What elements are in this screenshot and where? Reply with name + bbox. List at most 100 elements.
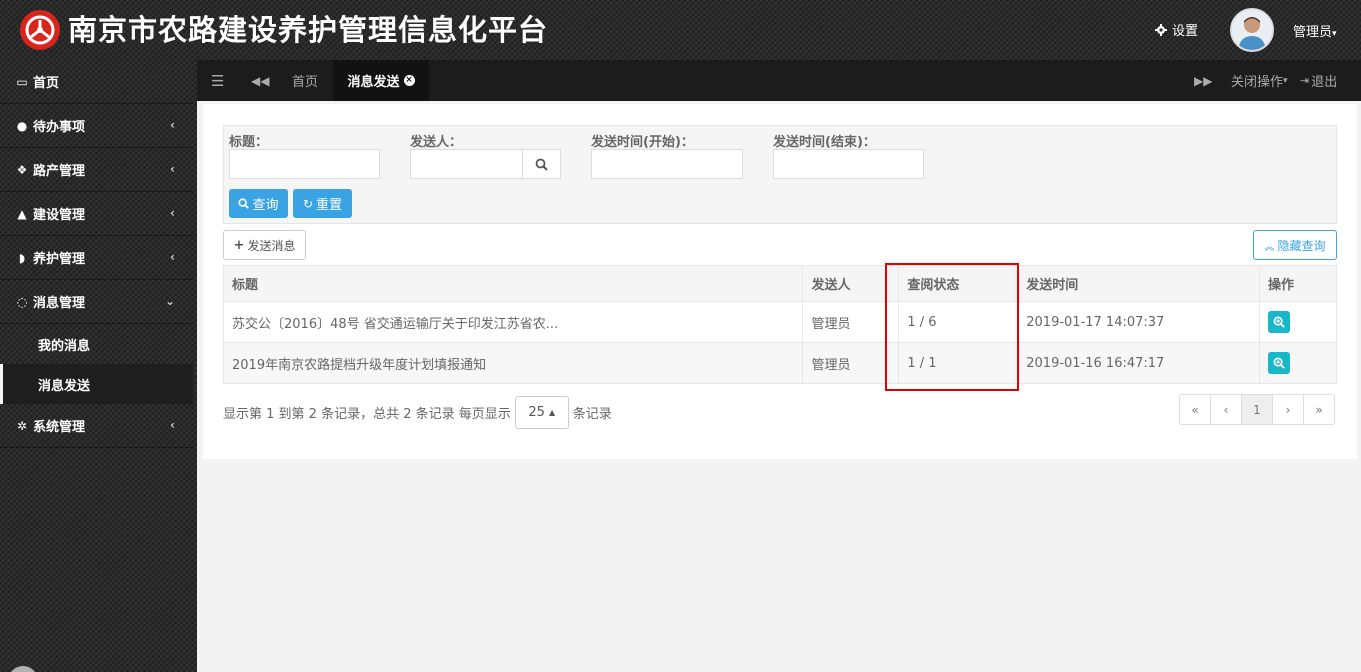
double-up-icon: ︽ — [1264, 241, 1275, 253]
cell-read-status: 1 / 6 — [898, 301, 1019, 343]
double-left-icon: ◀◀ — [251, 73, 270, 88]
sidebar-item-maintenance[interactable]: ◗ 养护管理 ‹ — [0, 236, 193, 280]
close-ops-label: 关闭操作 — [1231, 75, 1284, 90]
title-filter-input[interactable] — [229, 149, 380, 179]
tab-scroll-left-button[interactable]: ◀◀ — [251, 60, 269, 101]
view-detail-button[interactable] — [1268, 352, 1291, 374]
cell-title: 苏交公〔2016〕48号 省交通运输厅关于印发江苏省农... — [222, 301, 804, 343]
send-message-label: 发送消息 — [247, 238, 296, 253]
tab-label: 首页 — [292, 75, 319, 90]
column-header-actions: 操作 — [1259, 265, 1337, 302]
sender-filter-label: 发送人： — [410, 135, 463, 150]
column-header-sender[interactable]: 发送人 — [802, 265, 900, 302]
reset-button[interactable]: ↻ 重置 — [293, 189, 352, 218]
sender-filter-input[interactable] — [410, 149, 523, 179]
tab-home[interactable]: 首页 — [292, 60, 318, 101]
user-avatar-icon — [1232, 10, 1272, 50]
sidebar: ▭ 首页 ● 待办事项 ‹ ❖ 路产管理 ‹ ▲ 建设管理 ‹ ◗ 养护管理 ‹… — [0, 60, 193, 672]
sidebar-item-label: 路产管理 — [33, 164, 86, 179]
settings-link[interactable]: 设置 — [1155, 20, 1198, 39]
sidebar-item-label: 首页 — [33, 76, 60, 91]
cell-actions — [1259, 301, 1337, 343]
sidebar-item-system[interactable]: ✲ 系统管理 ‹ — [0, 404, 193, 448]
user-menu[interactable]: 管理员▾ — [1293, 21, 1337, 40]
table-row[interactable]: 苏交公〔2016〕48号 省交通运输厅关于印发江苏省农... 管理员 1 / 6… — [222, 301, 1337, 343]
cell-send-time: 2019-01-17 14:07:37 — [1017, 301, 1261, 343]
end-time-filter-label: 发送时间(结束)： — [773, 135, 876, 150]
start-time-filter-label: 发送时间(开始)： — [591, 135, 694, 150]
logo-icon — [20, 10, 60, 50]
cell-send-time: 2019-01-16 16:47:17 — [1017, 342, 1261, 384]
avatar[interactable] — [1230, 8, 1274, 52]
logout-button[interactable]: ⇥ 退出 — [1300, 60, 1337, 101]
tab-send-message[interactable]: 消息发送 × — [333, 60, 429, 101]
collapse-handle-icon[interactable] — [8, 666, 38, 672]
pagination-info-suffix: 条记录 — [572, 406, 612, 422]
column-header-title[interactable]: 标题 — [222, 265, 804, 302]
sidebar-item-label: 系统管理 — [33, 420, 86, 435]
cell-actions — [1259, 342, 1337, 384]
caret-down-icon: ▾ — [1332, 29, 1337, 39]
prev-page-button[interactable]: ‹ — [1210, 394, 1242, 425]
chevron-left-icon: ‹ — [170, 162, 175, 176]
logout-icon: ⇥ — [1300, 74, 1310, 87]
title-filter-label: 标题： — [229, 135, 269, 150]
sender-search-button[interactable] — [522, 149, 561, 179]
query-button-label: 查询 — [252, 198, 279, 213]
first-page-button[interactable]: « — [1179, 394, 1211, 425]
view-detail-button[interactable] — [1268, 311, 1291, 333]
sidebar-item-label: 待办事项 — [33, 120, 86, 135]
send-message-button[interactable]: + 发送消息 — [223, 230, 306, 260]
cell-read-status: 1 / 1 — [898, 342, 1019, 384]
caret-up-icon: ▲ — [548, 407, 556, 417]
start-time-filter-input[interactable] — [591, 149, 743, 179]
search-icon — [238, 198, 250, 209]
sidebar-item-home[interactable]: ▭ 首页 — [0, 60, 193, 104]
settings-label: 设置 — [1172, 24, 1199, 39]
close-operations-menu[interactable]: 关闭操作 ▾ — [1231, 60, 1288, 101]
column-header-send-time[interactable]: 发送时间 — [1017, 265, 1261, 302]
refresh-icon: ↻ — [302, 196, 314, 211]
cell-sender: 管理员 — [802, 301, 900, 343]
sidebar-subitem-my-messages[interactable]: 我的消息 — [0, 324, 193, 364]
end-time-filter-input[interactable] — [773, 149, 924, 179]
chevron-left-icon: ‹ — [170, 206, 175, 220]
query-button[interactable]: 查询 — [229, 189, 288, 218]
tab-scroll-right-button[interactable]: ▶▶ — [1194, 60, 1212, 101]
double-right-icon: ▶▶ — [1194, 73, 1213, 88]
menu-toggle-button[interactable]: ☰ — [211, 60, 224, 101]
page-size-select[interactable]: 25 ▲ — [514, 395, 569, 429]
column-header-read-status[interactable]: 查阅状态 — [898, 265, 1019, 302]
close-icon[interactable]: × — [403, 75, 415, 86]
page-number-button[interactable]: 1 — [1241, 394, 1273, 425]
table-header-row: 标题 发送人 查阅状态 发送时间 操作 — [222, 265, 1337, 302]
chevron-left-icon: ‹ — [170, 118, 175, 132]
sidebar-item-messages[interactable]: ◌ 消息管理 ⌄ — [0, 280, 193, 324]
cell-sender: 管理员 — [802, 342, 900, 384]
last-page-button[interactable]: » — [1303, 394, 1335, 425]
sidebar-subitem-send-message[interactable]: 消息发送 — [0, 364, 193, 404]
hide-search-button[interactable]: ︽ 隐藏查询 — [1253, 230, 1337, 260]
chevron-left-icon: ‹ — [170, 418, 175, 432]
pagination-info: 显示第 1 到第 2 条记录，总共 2 条记录 每页显示 25 ▲ 条记录 — [223, 395, 612, 429]
page-size-value: 25 — [528, 404, 545, 420]
pagination-info-prefix: 显示第 1 到第 2 条记录，总共 2 条记录 每页显示 — [223, 406, 511, 422]
gears-icon: ✲ — [16, 418, 28, 433]
caret-down-icon: ▾ — [1283, 75, 1288, 86]
search-icon — [535, 158, 548, 171]
hide-search-label: 隐藏查询 — [1277, 238, 1326, 253]
zoom-in-icon — [1273, 357, 1285, 369]
sidebar-item-label: 养护管理 — [33, 252, 86, 267]
sidebar-item-construction[interactable]: ▲ 建设管理 ‹ — [0, 192, 193, 236]
cell-title: 2019年南京农路提档升级年度计划填报通知 — [222, 342, 804, 384]
chevron-down-icon: ⌄ — [164, 294, 175, 308]
message-table: 标题 发送人 查阅状态 发送时间 操作 苏交公〔2016〕48号 省交通运输厅关… — [222, 265, 1337, 384]
next-page-button[interactable]: › — [1272, 394, 1304, 425]
sidebar-item-assets[interactable]: ❖ 路产管理 ‹ — [0, 148, 193, 192]
sidebar-item-label: 消息管理 — [33, 296, 86, 311]
zoom-in-icon — [1273, 316, 1285, 328]
sidebar-subitem-label: 我的消息 — [38, 338, 91, 354]
comments-icon: ● — [16, 118, 28, 133]
sidebar-item-todo[interactable]: ● 待办事项 ‹ — [0, 104, 193, 148]
table-row[interactable]: 2019年南京农路提档升级年度计划填报通知 管理员 1 / 1 2019-01-… — [222, 342, 1337, 384]
